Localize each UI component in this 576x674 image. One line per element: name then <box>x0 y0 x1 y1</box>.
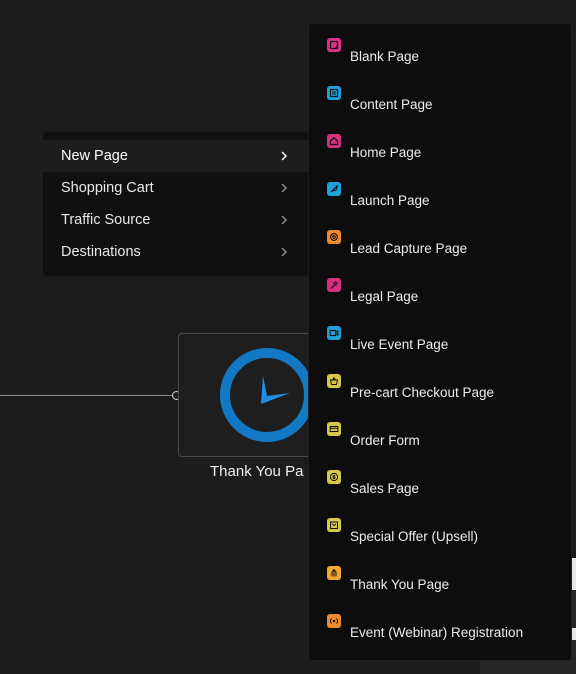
submenu-item-label: Home Page <box>350 145 422 160</box>
submenu-item-pre-cart-checkout-page[interactable]: Pre-cart Checkout Page <box>309 374 571 422</box>
menu-item-shopping-cart[interactable]: Shopping Cart <box>43 172 309 204</box>
submenu-item-label: Pre-cart Checkout Page <box>350 385 495 400</box>
menu-item-destinations[interactable]: Destinations <box>43 236 309 268</box>
background-panel-edge <box>572 628 576 640</box>
submenu-item-label: Sales Page <box>350 481 420 496</box>
menu-item-new-page[interactable]: New Page <box>43 140 309 172</box>
submenu-item-live-event-page[interactable]: Live Event Page <box>309 326 571 374</box>
credit-card-icon <box>327 422 341 436</box>
new-page-submenu: Blank Page Content Page Home Page Launch… <box>308 23 572 661</box>
menu-item-label: New Page <box>61 148 128 164</box>
menu-item-label: Shopping Cart <box>61 180 154 196</box>
background-panel-edge <box>572 558 576 590</box>
offer-icon <box>327 518 341 532</box>
submenu-item-label: Event (Webinar) Registration <box>350 625 524 640</box>
context-menu: New Page Shopping Cart Traffic Source De… <box>43 132 309 276</box>
sticky-note-icon <box>327 38 341 52</box>
submenu-item-label: Blank Page <box>350 49 420 64</box>
submenu-item-content-page[interactable]: Content Page <box>309 86 571 134</box>
submenu-item-event-webinar-registration[interactable]: Event (Webinar) Registration <box>309 614 571 662</box>
submenu-item-thank-you-page[interactable]: Thank You Page <box>309 566 571 614</box>
submenu-item-label: Lead Capture Page <box>350 241 468 256</box>
video-icon <box>327 326 341 340</box>
rocket-icon <box>327 182 341 196</box>
menu-item-traffic-source[interactable]: Traffic Source <box>43 204 309 236</box>
submenu-item-sales-page[interactable]: Sales Page <box>309 470 571 518</box>
chevron-right-icon <box>281 247 288 257</box>
hands-icon <box>327 566 341 580</box>
submenu-item-label: Thank You Page <box>350 577 450 592</box>
broadcast-icon <box>327 614 341 628</box>
node-label: Thank You Pa <box>210 463 304 480</box>
gavel-icon <box>327 278 341 292</box>
submenu-item-home-page[interactable]: Home Page <box>309 134 571 182</box>
submenu-item-label: Order Form <box>350 433 420 448</box>
home-icon <box>327 134 341 148</box>
submenu-item-label: Live Event Page <box>350 337 449 352</box>
basket-icon <box>327 374 341 388</box>
submenu-item-label: Content Page <box>350 97 433 112</box>
clock-icon <box>220 348 314 442</box>
document-icon <box>327 86 341 100</box>
submenu-item-order-form[interactable]: Order Form <box>309 422 571 470</box>
menu-item-label: Destinations <box>61 244 141 260</box>
dollar-icon <box>327 470 341 484</box>
menu-item-label: Traffic Source <box>61 212 151 228</box>
chevron-right-icon <box>281 215 288 225</box>
submenu-item-lead-capture-page[interactable]: Lead Capture Page <box>309 230 571 278</box>
submenu-item-special-offer-upsell[interactable]: Special Offer (Upsell) <box>309 518 571 566</box>
submenu-item-label: Launch Page <box>350 193 430 208</box>
chevron-right-icon <box>281 183 288 193</box>
submenu-item-launch-page[interactable]: Launch Page <box>309 182 571 230</box>
submenu-item-blank-page[interactable]: Blank Page <box>309 38 571 86</box>
connector-line <box>0 395 172 396</box>
at-sign-icon <box>327 230 341 244</box>
submenu-item-legal-page[interactable]: Legal Page <box>309 278 571 326</box>
chevron-right-icon <box>281 151 288 161</box>
submenu-item-label: Legal Page <box>350 289 419 304</box>
submenu-item-label: Special Offer (Upsell) <box>350 529 479 544</box>
